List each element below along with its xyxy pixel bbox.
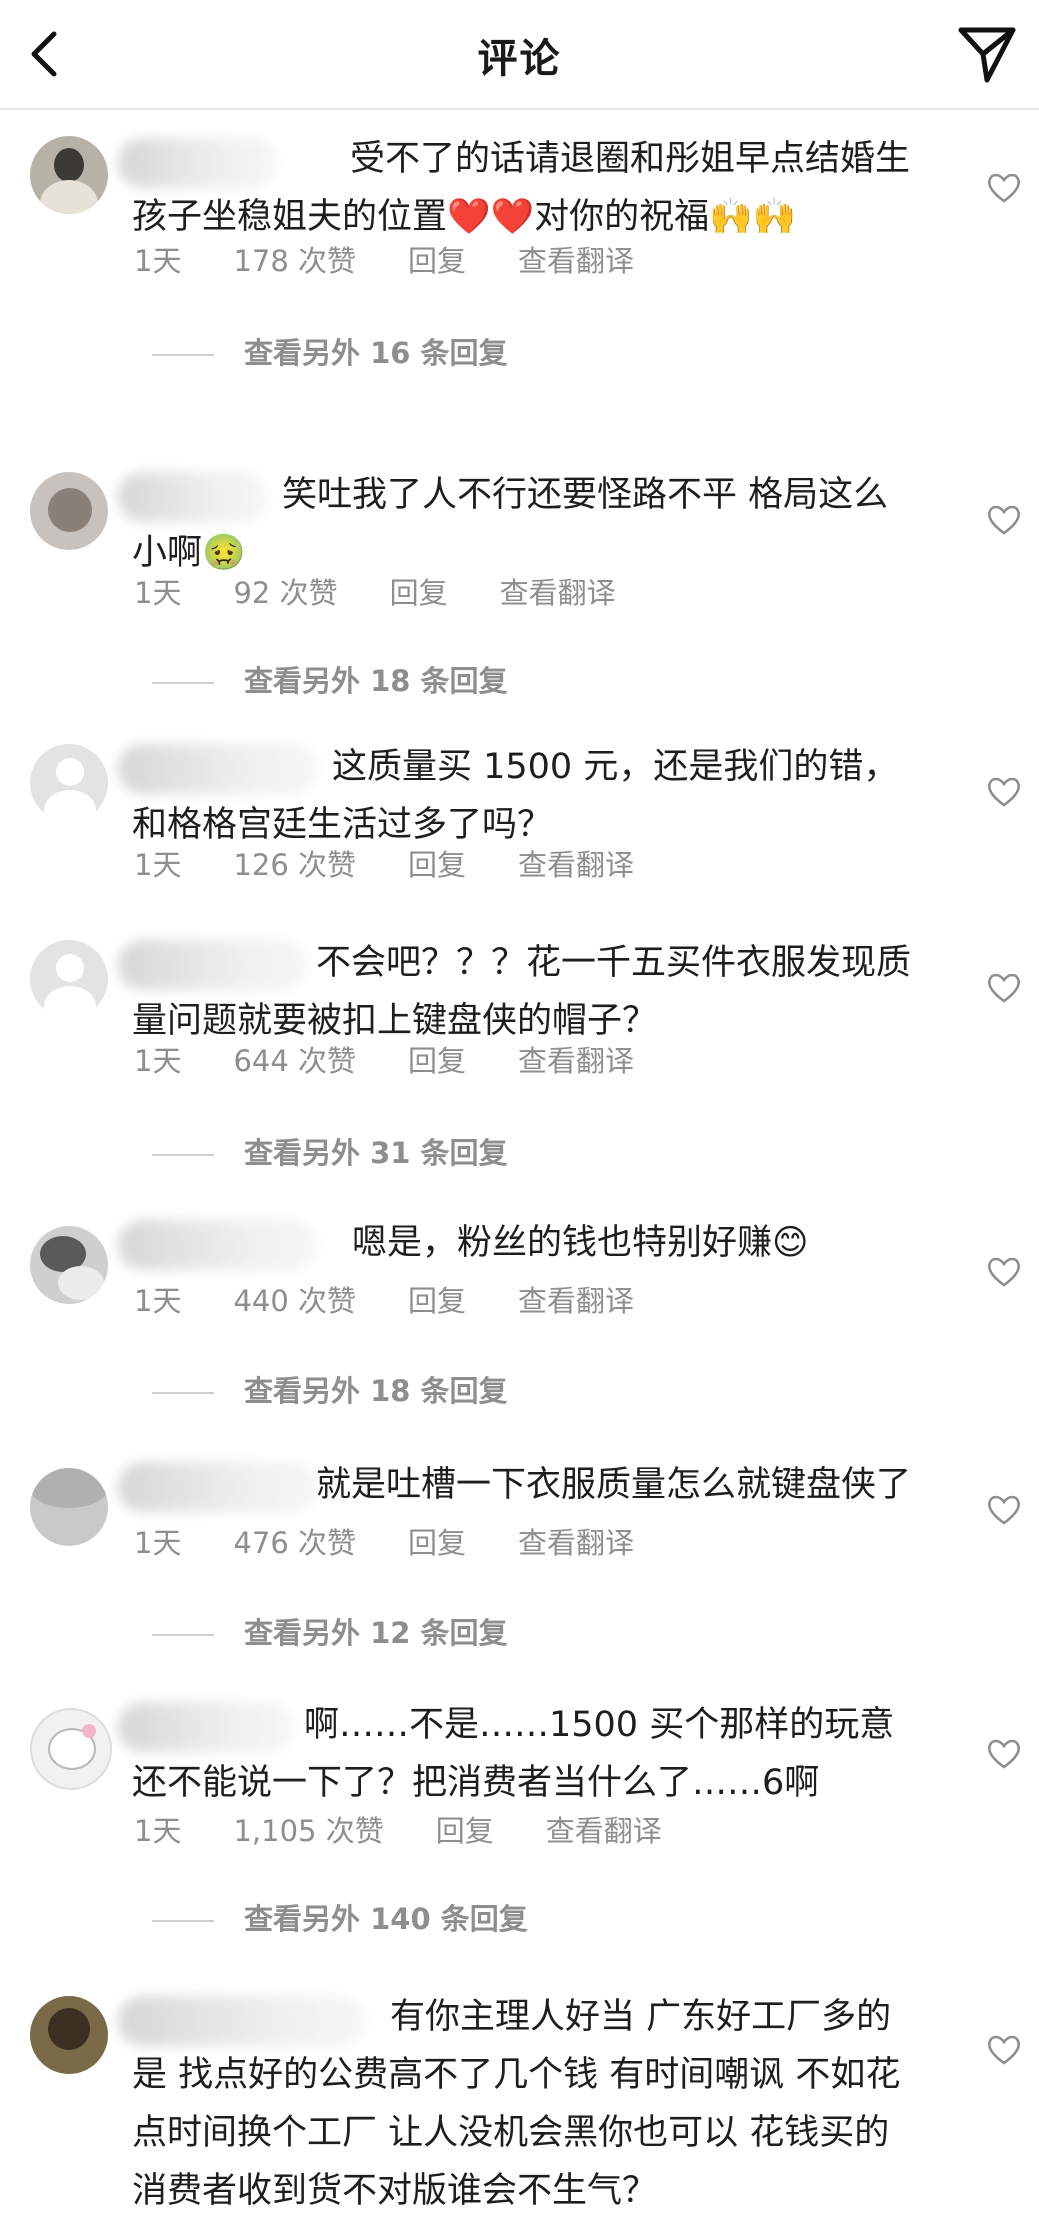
comment-time: 1天 [134,848,182,882]
comment-text: 有你主理人好当 广东好工厂多的是 找点好的公费高不了几个钱 有时间嘲讽 不如花点… [132,1997,901,2211]
comment-text: 啊……不是……1500 买个那样的玩意还不能说一下了？把消费者当什么了……6啊 [132,1705,895,1803]
avatar[interactable] [30,744,108,822]
like-count[interactable]: 92 次赞 [233,570,337,612]
comment-meta: 1天 440 次赞 回复 查看翻译 [134,1278,686,1320]
comment-meta: 1天 126 次赞 回复 查看翻译 [134,842,686,884]
comment-text: 嗯是，粉丝的钱也特别好赚😊 [352,1223,809,1263]
translate-button[interactable]: 查看翻译 [500,570,616,612]
divider-line [152,1392,214,1394]
heart-outline-icon[interactable] [986,502,1022,538]
comment-time: 1天 [134,1044,182,1078]
comment-meta: 1天 644 次赞 回复 查看翻译 [134,1038,686,1080]
like-count[interactable]: 178 次赞 [233,238,356,280]
avatar[interactable] [30,1226,108,1304]
like-count[interactable]: 476 次赞 [233,1520,356,1562]
view-more-replies[interactable]: 查看另外 140 条回复 [152,1896,528,1938]
reply-button[interactable]: 回复 [408,1278,466,1320]
comment-meta: 1天 92 次赞 回复 查看翻译 [134,570,668,612]
view-more-replies[interactable]: 查看另外 31 条回复 [152,1130,508,1172]
avatar[interactable] [30,1996,108,2074]
translate-button[interactable]: 查看翻译 [518,238,634,280]
like-count[interactable]: 1,105 次赞 [233,1808,383,1850]
heart-outline-icon[interactable] [986,1254,1022,1290]
reply-button[interactable]: 回复 [408,238,466,280]
comment-time: 1天 [134,576,182,610]
view-more-replies[interactable]: 查看另外 18 条回复 [152,658,508,700]
comment-meta: 1天 178 次赞 回复 查看翻译 [134,238,686,280]
divider-line [152,682,214,684]
view-more-replies[interactable]: 查看另外 18 条回复 [152,1368,508,1410]
avatar[interactable] [30,940,108,1018]
reply-button[interactable]: 回复 [408,1520,466,1562]
reply-button[interactable]: 回复 [408,842,466,884]
comment-text: 笑吐我了人不行还要怪路不平 格局这么小啊🤢 [132,475,889,573]
translate-button[interactable]: 查看翻译 [518,842,634,884]
heart-outline-icon[interactable] [986,2032,1022,2068]
comment-time: 1天 [134,244,182,278]
heart-outline-icon[interactable] [986,170,1022,206]
divider-line [152,354,214,356]
heart-outline-icon[interactable] [986,1736,1022,1772]
avatar[interactable] [30,1708,112,1790]
comment-time: 1天 [134,1814,182,1848]
translate-button[interactable]: 查看翻译 [546,1808,662,1850]
avatar[interactable] [30,136,108,214]
like-count[interactable]: 126 次赞 [233,842,356,884]
like-count[interactable]: 644 次赞 [233,1038,356,1080]
comment-text: 受不了的话请退圈和彤姐早点结婚生孩子坐稳姐夫的位置❤️❤️对你的祝福🙌🙌 [132,139,911,237]
send-icon[interactable] [955,22,1019,86]
translate-button[interactable]: 查看翻译 [518,1038,634,1080]
reply-button[interactable]: 回复 [436,1808,494,1850]
top-bar: 评论 [0,0,1039,110]
comment-text: 这质量买 1500 元，还是我们的错，和格格宫廷生活过多了吗？ [132,747,899,845]
avatar[interactable] [30,1468,108,1546]
divider-line [152,1154,214,1156]
comment-meta: 1天 1,105 次赞 回复 查看翻译 [134,1808,714,1850]
reply-button[interactable]: 回复 [390,570,448,612]
view-more-replies[interactable]: 查看另外 16 条回复 [152,330,508,372]
comment-text: 不会吧？？？花一千五买件衣服发现质量问题就要被扣上键盘侠的帽子？ [132,943,912,1041]
avatar[interactable] [30,472,108,550]
comment-time: 1天 [134,1526,182,1560]
divider-line [152,1920,214,1922]
comment-time: 1天 [134,1284,182,1318]
like-count[interactable]: 440 次赞 [233,1278,356,1320]
comment-meta: 1天 476 次赞 回复 查看翻译 [134,1520,686,1562]
page-title: 评论 [477,36,562,82]
translate-button[interactable]: 查看翻译 [518,1520,634,1562]
heart-outline-icon[interactable] [986,1492,1022,1528]
view-more-replies[interactable]: 查看另外 12 条回复 [152,1610,508,1652]
heart-outline-icon[interactable] [986,970,1022,1006]
divider-line [152,1634,214,1636]
translate-button[interactable]: 查看翻译 [518,1278,634,1320]
heart-outline-icon[interactable] [986,774,1022,810]
comment-text: 就是吐槽一下衣服质量怎么就键盘侠了 [316,1465,912,1505]
reply-button[interactable]: 回复 [408,1038,466,1080]
